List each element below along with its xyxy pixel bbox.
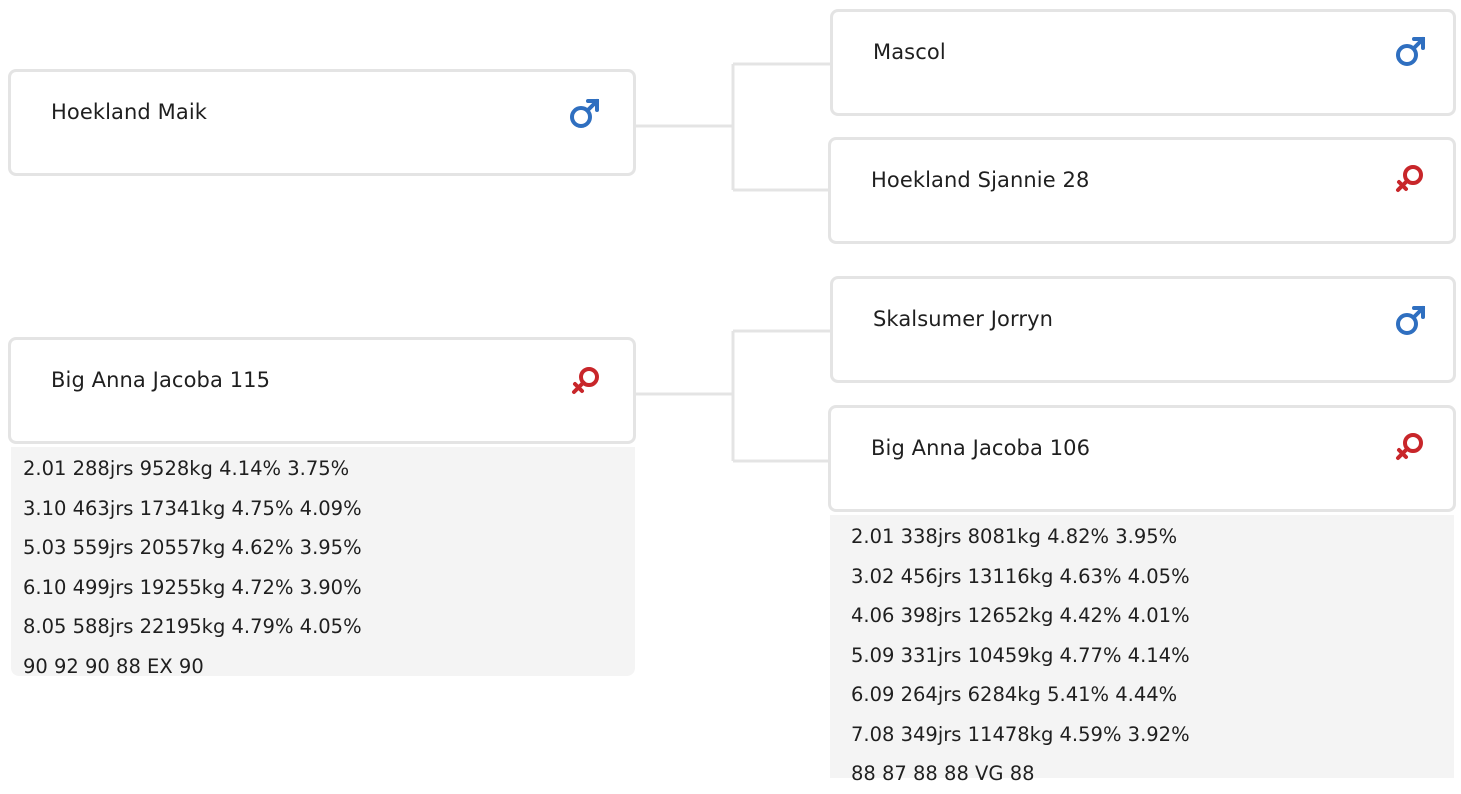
production-line: 2.01 288jrs 9528kg 4.14% 3.75% bbox=[23, 457, 350, 480]
production-line: 7.08 349jrs 11478kg 4.59% 3.92% bbox=[851, 722, 1190, 746]
male-icon bbox=[1396, 37, 1425, 66]
production-line: 2.01 338jrs 8081kg 4.82% 3.95% bbox=[851, 525, 1178, 548]
sire-name: Hoekland Maik bbox=[51, 100, 208, 124]
dam-name: Big Anna Jacoba 115 bbox=[51, 368, 271, 392]
male-icon bbox=[570, 99, 599, 128]
dam-dam-card[interactable]: Big Anna Jacoba 106 bbox=[828, 405, 1456, 512]
production-line: 5.09 331jrs 10459kg 4.77% 4.14% bbox=[851, 643, 1190, 667]
production-line: 6.10 499jrs 19255kg 4.72% 3.90% bbox=[23, 575, 362, 599]
sire-sire-card[interactable]: Mascol bbox=[830, 9, 1456, 116]
sire-dam-name: Hoekland Sjannie 28 bbox=[871, 168, 1090, 192]
male-icon bbox=[1396, 306, 1425, 335]
dam-card[interactable]: Big Anna Jacoba 115 bbox=[8, 337, 636, 444]
production-line: 5.03 559jrs 20557kg 4.62% 3.95% bbox=[23, 536, 362, 559]
female-icon bbox=[572, 367, 599, 394]
dam-sire-name: Skalsumer Jorryn bbox=[873, 307, 1054, 331]
sire-card[interactable]: Hoekland Maik bbox=[8, 69, 636, 176]
production-line: 3.02 456jrs 13116kg 4.63% 4.05% bbox=[851, 564, 1190, 588]
classification-line: 88 87 88 88 VG 88 bbox=[851, 762, 1035, 785]
production-line: 4.06 398jrs 12652kg 4.42% 4.01% bbox=[851, 604, 1190, 627]
dam-sire-card[interactable]: Skalsumer Jorryn bbox=[830, 276, 1456, 383]
classification-line: 90 92 90 88 EX 90 bbox=[23, 654, 204, 678]
sire-dam-card[interactable]: Hoekland Sjannie 28 bbox=[828, 137, 1456, 244]
sire-sire-name: Mascol bbox=[873, 40, 946, 64]
dam-dam-production-record: 2.01 338jrs 8081kg 4.82% 3.95% 3.02 456j… bbox=[830, 515, 1454, 785]
female-icon bbox=[1396, 165, 1423, 192]
female-icon bbox=[1396, 433, 1423, 460]
dam-dam-name: Big Anna Jacoba 106 bbox=[871, 436, 1091, 460]
dam-production-record: 2.01 288jrs 9528kg 4.14% 3.75% 3.10 463j… bbox=[11, 447, 635, 678]
production-line: 8.05 588jrs 22195kg 4.79% 4.05% bbox=[23, 615, 362, 638]
production-line: 6.09 264jrs 6284kg 5.41% 4.44% bbox=[851, 683, 1178, 706]
production-line: 3.10 463jrs 17341kg 4.75% 4.09% bbox=[23, 496, 362, 520]
